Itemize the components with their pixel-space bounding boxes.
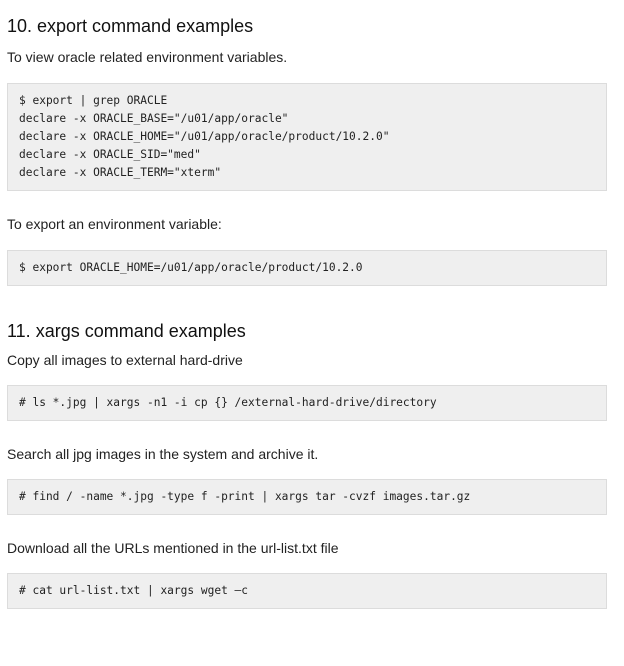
intro-text-download-urls: Download all the URLs mentioned in the u… — [7, 540, 339, 556]
code-block-export-grep[interactable]: $ export | grep ORACLE declare -x ORACLE_… — [7, 83, 607, 191]
article-content: 10. export command examples To view orac… — [7, 0, 607, 609]
intro-text-copy-images: Copy all images to external hard-drive — [7, 352, 243, 368]
code-line: declare -x ORACLE_SID="med" — [19, 148, 201, 161]
intro-text-view-oracle-vars: To view oracle related environment varia… — [7, 49, 288, 65]
code-block-export-oracle-home[interactable]: $ export ORACLE_HOME=/u01/app/oracle/pro… — [7, 250, 607, 286]
code-block-xargs-wget[interactable]: # cat url-list.txt | xargs wget –c — [7, 573, 607, 609]
code-block-xargs-tar[interactable]: # find / -name *.jpg -type f -print | xa… — [7, 479, 607, 515]
code-line: declare -x ORACLE_BASE="/u01/app/oracle" — [19, 112, 289, 125]
code-line: $ export ORACLE_HOME=/u01/app/oracle/pro… — [19, 261, 363, 274]
intro-text-export-variable: To export an environment variable: — [7, 216, 222, 232]
code-line: declare -x ORACLE_TERM="xterm" — [19, 166, 222, 179]
section-heading-export: 10. export command examples — [7, 16, 254, 36]
code-line: # cat url-list.txt | xargs wget –c — [19, 584, 249, 597]
code-line: # find / -name *.jpg -type f -print | xa… — [19, 490, 471, 503]
intro-text-archive-jpg: Search all jpg images in the system and … — [7, 446, 319, 462]
code-line: $ export | grep ORACLE — [19, 94, 168, 107]
code-line: declare -x ORACLE_HOME="/u01/app/oracle/… — [19, 130, 390, 143]
code-line: # ls *.jpg | xargs -n1 -i cp {} /externa… — [19, 396, 437, 409]
section-heading-xargs: 11. xargs command examples — [7, 321, 246, 341]
code-block-xargs-copy[interactable]: # ls *.jpg | xargs -n1 -i cp {} /externa… — [7, 385, 607, 421]
